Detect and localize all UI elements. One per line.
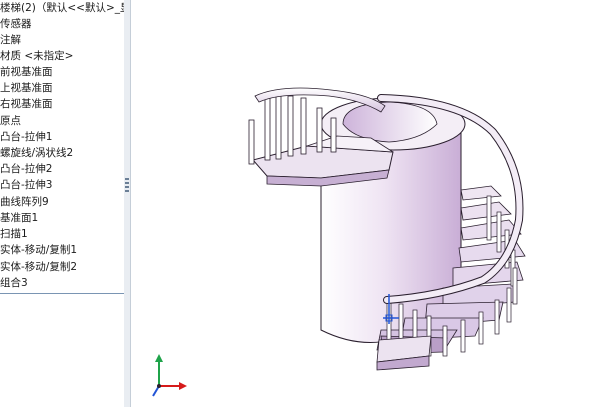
tree-item-body-move-copy1[interactable]: 实体-移动/复制1 (0, 242, 77, 258)
graphics-viewport[interactable] (131, 0, 600, 407)
bottom-step (376, 335, 432, 371)
tree-item-boss-extrude3[interactable]: 凸台-拉伸3 (0, 177, 52, 193)
tree-item-body-move-copy2[interactable]: 实体-移动/复制2 (0, 259, 77, 275)
triad (152, 354, 187, 397)
tree-divider (0, 293, 124, 294)
upper-landing (252, 135, 394, 187)
tree-item-plane1[interactable]: 基准面1 (0, 210, 38, 226)
tree-item-origin[interactable]: 原点 (0, 113, 21, 129)
tree-item-helix2[interactable]: 螺旋线/涡状线2 (0, 145, 73, 161)
tree-item-front-plane[interactable]: 前视基准面 (0, 64, 53, 80)
feature-manager-tree: 楼梯(2)（默认<<默认>_显示 传感器 注解 材质 <未指定> 前视基准面 上… (0, 0, 126, 407)
tree-item-boss-extrude1[interactable]: 凸台-拉伸1 (0, 129, 52, 145)
tree-item-material[interactable]: 材质 <未指定> (0, 48, 73, 64)
tree-item-sensors[interactable]: 传感器 (0, 16, 32, 32)
tree-item-boss-extrude2[interactable]: 凸台-拉伸2 (0, 161, 52, 177)
tree-item-combine3[interactable]: 组合3 (0, 275, 28, 291)
tree-item-top-plane[interactable]: 上视基准面 (0, 80, 53, 96)
model-view (152, 87, 526, 397)
tree-item-sweep1[interactable]: 扫描1 (0, 226, 28, 242)
tree-item-right-plane[interactable]: 右视基准面 (0, 96, 53, 112)
panel-splitter[interactable] (124, 0, 131, 407)
tree-item-curve-pattern9[interactable]: 曲线阵列9 (0, 194, 49, 210)
tree-item-annotations[interactable]: 注解 (0, 32, 21, 48)
tree-item-part[interactable]: 楼梯(2)（默认<<默认>_显示 (0, 0, 124, 16)
splitter-collapse-handle[interactable] (125, 178, 129, 192)
